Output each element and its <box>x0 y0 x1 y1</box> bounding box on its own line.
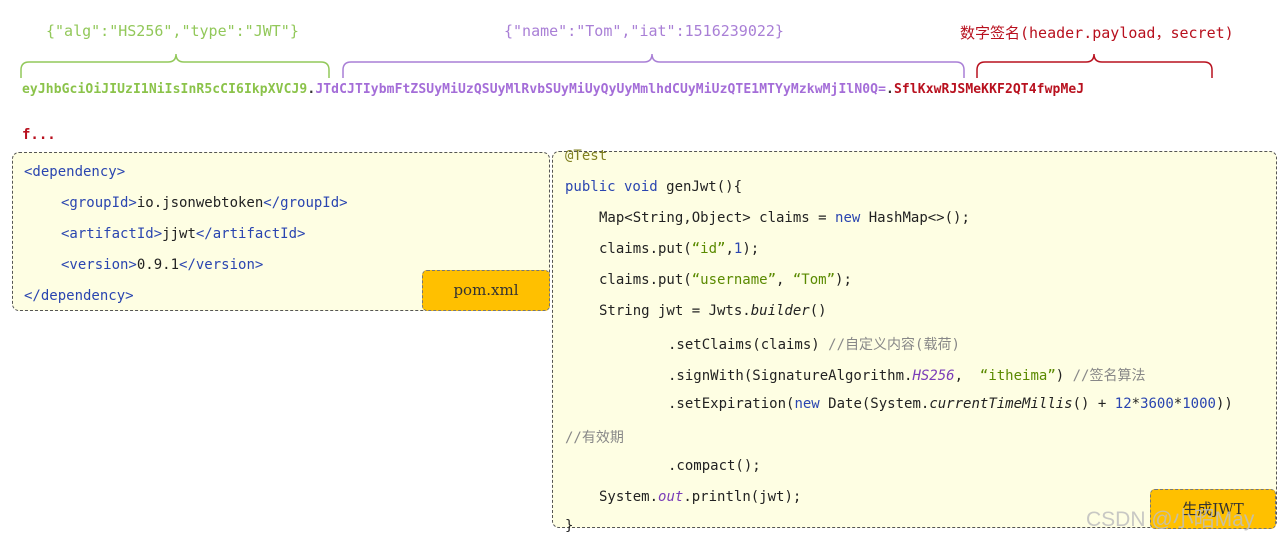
pom-line-2: <groupId>io.jsonwebtoken</groupId> <box>61 195 348 211</box>
code-line-map: Map<String,Object> claims = new HashMap<… <box>599 210 970 226</box>
payload-brace <box>342 53 965 78</box>
code-line-builder: String jwt = Jwts.builder() <box>599 303 827 319</box>
token-dot: . <box>886 82 894 97</box>
code-line-method: public void genJwt(){ <box>565 179 743 195</box>
header-brace <box>20 53 330 78</box>
token-header: eyJhbGciOiJIUzI1NiIsInR5cCI6IkpXVCJ9 <box>22 82 308 97</box>
code-line-compact: .compact(); <box>668 458 761 474</box>
pom-line-3: <artifactId>jjwt</artifactId> <box>61 226 306 242</box>
truncated-token-line: f... <box>22 127 56 143</box>
pom-line-1: <dependency> <box>24 164 126 180</box>
pom-line-4: <version>0.9.1</version> <box>61 257 264 273</box>
signature-brace <box>976 53 1213 78</box>
code-line-close-brace: } <box>565 518 574 534</box>
pom-xml-label: pom.xml <box>422 270 550 311</box>
jwt-token: eyJhbGciOiJIUzI1NiIsInR5cCI6IkpXVCJ9.JTd… <box>22 82 1084 97</box>
csdn-watermark: CSDN @小昭May <box>1086 508 1255 531</box>
code-line-setexpiration: .setExpiration(new Date(System.currentTi… <box>668 396 1233 412</box>
code-line-expiry-comment: //有效期 <box>565 430 624 446</box>
code-line-put-id: claims.put(“id”,1); <box>599 241 760 257</box>
pom-line-5: </dependency> <box>24 288 134 304</box>
token-payload: JTdCJTIybmFtZSUyMiUzQSUyMlRvbSUyMiUyQyUy… <box>315 82 887 97</box>
code-line-println: System.out.println(jwt); <box>599 489 802 505</box>
code-line-signwith: .signWith(SignatureAlgorithm.HS256, “ith… <box>668 368 1146 384</box>
brace-group <box>20 53 1213 78</box>
token-signature: SflKxwRJSMeKKF2QT4fwpMeJ <box>893 82 1085 97</box>
code-line-put-username: claims.put(“username”, “Tom”); <box>599 272 852 288</box>
code-line-setclaims: .setClaims(claims) //自定义内容(载荷) <box>668 337 960 353</box>
code-annotation-test: @Test <box>565 148 608 164</box>
